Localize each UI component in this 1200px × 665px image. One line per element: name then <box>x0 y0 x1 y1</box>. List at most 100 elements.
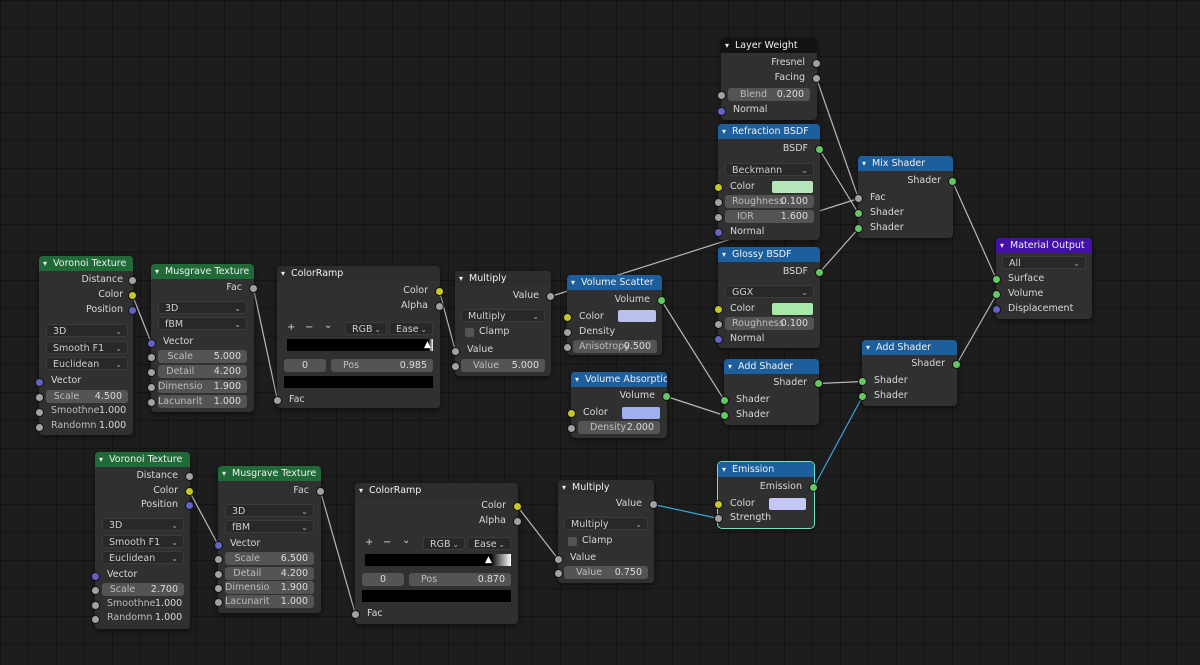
feature-dropdown[interactable]: Smooth F1 ⌄ <box>46 341 128 354</box>
voronoi-texture-node[interactable]: Voronoi Texture Distance Color Position … <box>91 452 194 629</box>
blend-input-socket[interactable] <box>717 91 726 100</box>
distance-output-socket[interactable] <box>128 276 137 285</box>
node-header[interactable]: Emission <box>718 462 814 477</box>
fac-input-socket[interactable] <box>351 610 360 619</box>
detail-input-socket[interactable] <box>147 368 156 377</box>
blend-field[interactable]: Blend 0.200 <box>728 88 810 101</box>
node-link[interactable] <box>812 396 864 488</box>
refraction-bsdf-node[interactable]: Refraction BSDF BSDF Beckmann ⌄ Color Rou… <box>714 124 824 240</box>
shader-output-socket[interactable] <box>814 379 823 388</box>
stop-index-field[interactable]: 0 <box>362 573 404 586</box>
remove-stop-button[interactable]: − <box>383 537 391 548</box>
roughness-input-socket[interactable] <box>714 198 723 207</box>
surface-input-socket[interactable] <box>992 275 1001 284</box>
node-header[interactable]: Layer Weight <box>721 38 817 53</box>
volume-absorption-node[interactable]: Volume Absorption Volume Color Density2.… <box>567 372 671 438</box>
node-header[interactable]: Voronoi Texture <box>39 256 133 271</box>
bsdf-output-socket[interactable] <box>815 145 824 154</box>
lacunarity-input-socket[interactable] <box>147 398 156 407</box>
node-header[interactable]: ColorRamp <box>277 266 440 281</box>
colorramp-node[interactable]: ColorRamp Color Alpha + − ⌄ RGB⌄ Ease⌄ ▲… <box>273 266 444 408</box>
node-link[interactable] <box>517 506 559 560</box>
node-header[interactable]: Voronoi Texture <box>95 452 190 467</box>
dimension-field[interactable]: Dimensio 1.900 <box>225 581 314 594</box>
ramp-menu-button[interactable]: ⌄ <box>324 320 332 331</box>
stop-position-field[interactable]: Pos 0.870 <box>409 573 511 586</box>
node-link[interactable] <box>955 294 998 365</box>
node-link[interactable] <box>252 288 279 401</box>
ior-field[interactable]: IOR 1.600 <box>725 210 814 223</box>
operation-dropdown[interactable]: Multiply ⌄ <box>564 517 648 530</box>
shader-output-socket[interactable] <box>948 177 957 186</box>
ramp-stop-icon[interactable]: ▲ <box>424 338 431 352</box>
scale-input-socket[interactable] <box>35 393 44 402</box>
anisotropy-field[interactable]: Anisotropy 0.500 <box>573 340 657 353</box>
value-field[interactable]: Value 5.000 <box>461 359 545 372</box>
node-header[interactable]: Multiply <box>455 271 551 286</box>
add-shader-node[interactable]: Add Shader Shader Shader Shader <box>720 359 823 425</box>
color-swatch[interactable] <box>772 181 813 193</box>
dimension-input-socket[interactable] <box>147 383 156 392</box>
color-input-socket[interactable] <box>714 500 723 509</box>
color-output-socket[interactable] <box>128 291 137 300</box>
node-header[interactable]: Add Shader <box>862 340 957 355</box>
color-output-socket[interactable] <box>513 502 522 511</box>
feature-dropdown[interactable]: Smooth F1 ⌄ <box>102 535 184 548</box>
value-input-socket[interactable] <box>451 347 460 356</box>
node-header[interactable]: Mix Shader <box>858 156 953 171</box>
vector-input-socket[interactable] <box>147 339 156 348</box>
vector-input-socket[interactable] <box>91 572 100 581</box>
value-input-socket[interactable] <box>554 555 563 564</box>
ior-input-socket[interactable] <box>714 213 723 222</box>
math-multiply-node[interactable]: Multiply Value Multiply ⌄ Clamp Value Val… <box>451 271 555 376</box>
fac-input-socket[interactable] <box>273 396 282 405</box>
clamp-checkbox[interactable] <box>568 537 577 546</box>
dimensions-dropdown[interactable]: 3D ⌄ <box>158 301 247 314</box>
dimension-input-socket[interactable] <box>214 584 223 593</box>
mix-shader-node[interactable]: Mix Shader Shader Fac Shader Shader <box>854 156 957 238</box>
type-dropdown[interactable]: fBM ⌄ <box>225 520 314 533</box>
node-header[interactable]: Musgrave Texture <box>218 466 321 481</box>
node-header[interactable]: Multiply <box>558 480 654 495</box>
scale-field[interactable]: Scale 5.000 <box>158 350 247 363</box>
lacunarity-field[interactable]: Lacunarit 1.000 <box>158 395 247 408</box>
node-header[interactable]: Add Shader <box>724 359 819 374</box>
alpha-output-socket[interactable] <box>513 517 522 526</box>
strength-input-socket[interactable] <box>714 514 723 523</box>
value-output-socket[interactable] <box>546 292 555 301</box>
color-input-socket[interactable] <box>714 183 723 192</box>
facing-output-socket[interactable] <box>812 74 821 83</box>
node-header[interactable]: Material Output <box>996 238 1092 253</box>
shader-input-socket[interactable] <box>858 377 867 386</box>
node-link[interactable] <box>951 181 998 280</box>
shader-input-socket[interactable] <box>720 396 729 405</box>
distance-metric-dropdown[interactable]: Euclidean ⌄ <box>102 551 184 564</box>
shader-output-socket[interactable] <box>952 360 961 369</box>
scale-field[interactable]: Scale 2.700 <box>102 583 184 596</box>
node-link[interactable] <box>818 149 860 214</box>
node-header[interactable]: Refraction BSDF <box>718 124 820 139</box>
smoothness-value[interactable]: 1.000 <box>155 597 182 611</box>
color-swatch[interactable] <box>618 310 656 322</box>
scale-input-socket[interactable] <box>214 555 223 564</box>
lacunarity-input-socket[interactable] <box>214 598 223 607</box>
smoothness-value[interactable]: 1.000 <box>99 404 126 418</box>
position-output-socket[interactable] <box>185 501 194 510</box>
remove-stop-button[interactable]: − <box>305 322 313 333</box>
displacement-input-socket[interactable] <box>992 305 1001 314</box>
fresnel-output-socket[interactable] <box>812 59 821 68</box>
color-input-socket[interactable] <box>567 409 576 418</box>
musgrave-texture-node[interactable]: Musgrave Texture Fac 3D ⌄ fBM ⌄ Vector Sca… <box>214 466 325 613</box>
shader-input-socket[interactable] <box>858 392 867 401</box>
randomness-input-socket[interactable] <box>91 615 100 624</box>
vector-input-socket[interactable] <box>35 378 44 387</box>
ramp-menu-button[interactable]: ⌄ <box>402 535 410 546</box>
randomness-input-socket[interactable] <box>35 423 44 432</box>
stop-color-swatch[interactable] <box>284 376 433 388</box>
anisotropy-input-socket[interactable] <box>563 343 572 352</box>
node-link[interactable] <box>660 300 726 401</box>
dimension-field[interactable]: Dimensio 1.900 <box>158 380 247 393</box>
volume-output-socket[interactable] <box>657 296 666 305</box>
add-shader-node[interactable]: Add Shader Shader Shader Shader <box>858 340 961 406</box>
type-dropdown[interactable]: fBM ⌄ <box>158 317 247 330</box>
